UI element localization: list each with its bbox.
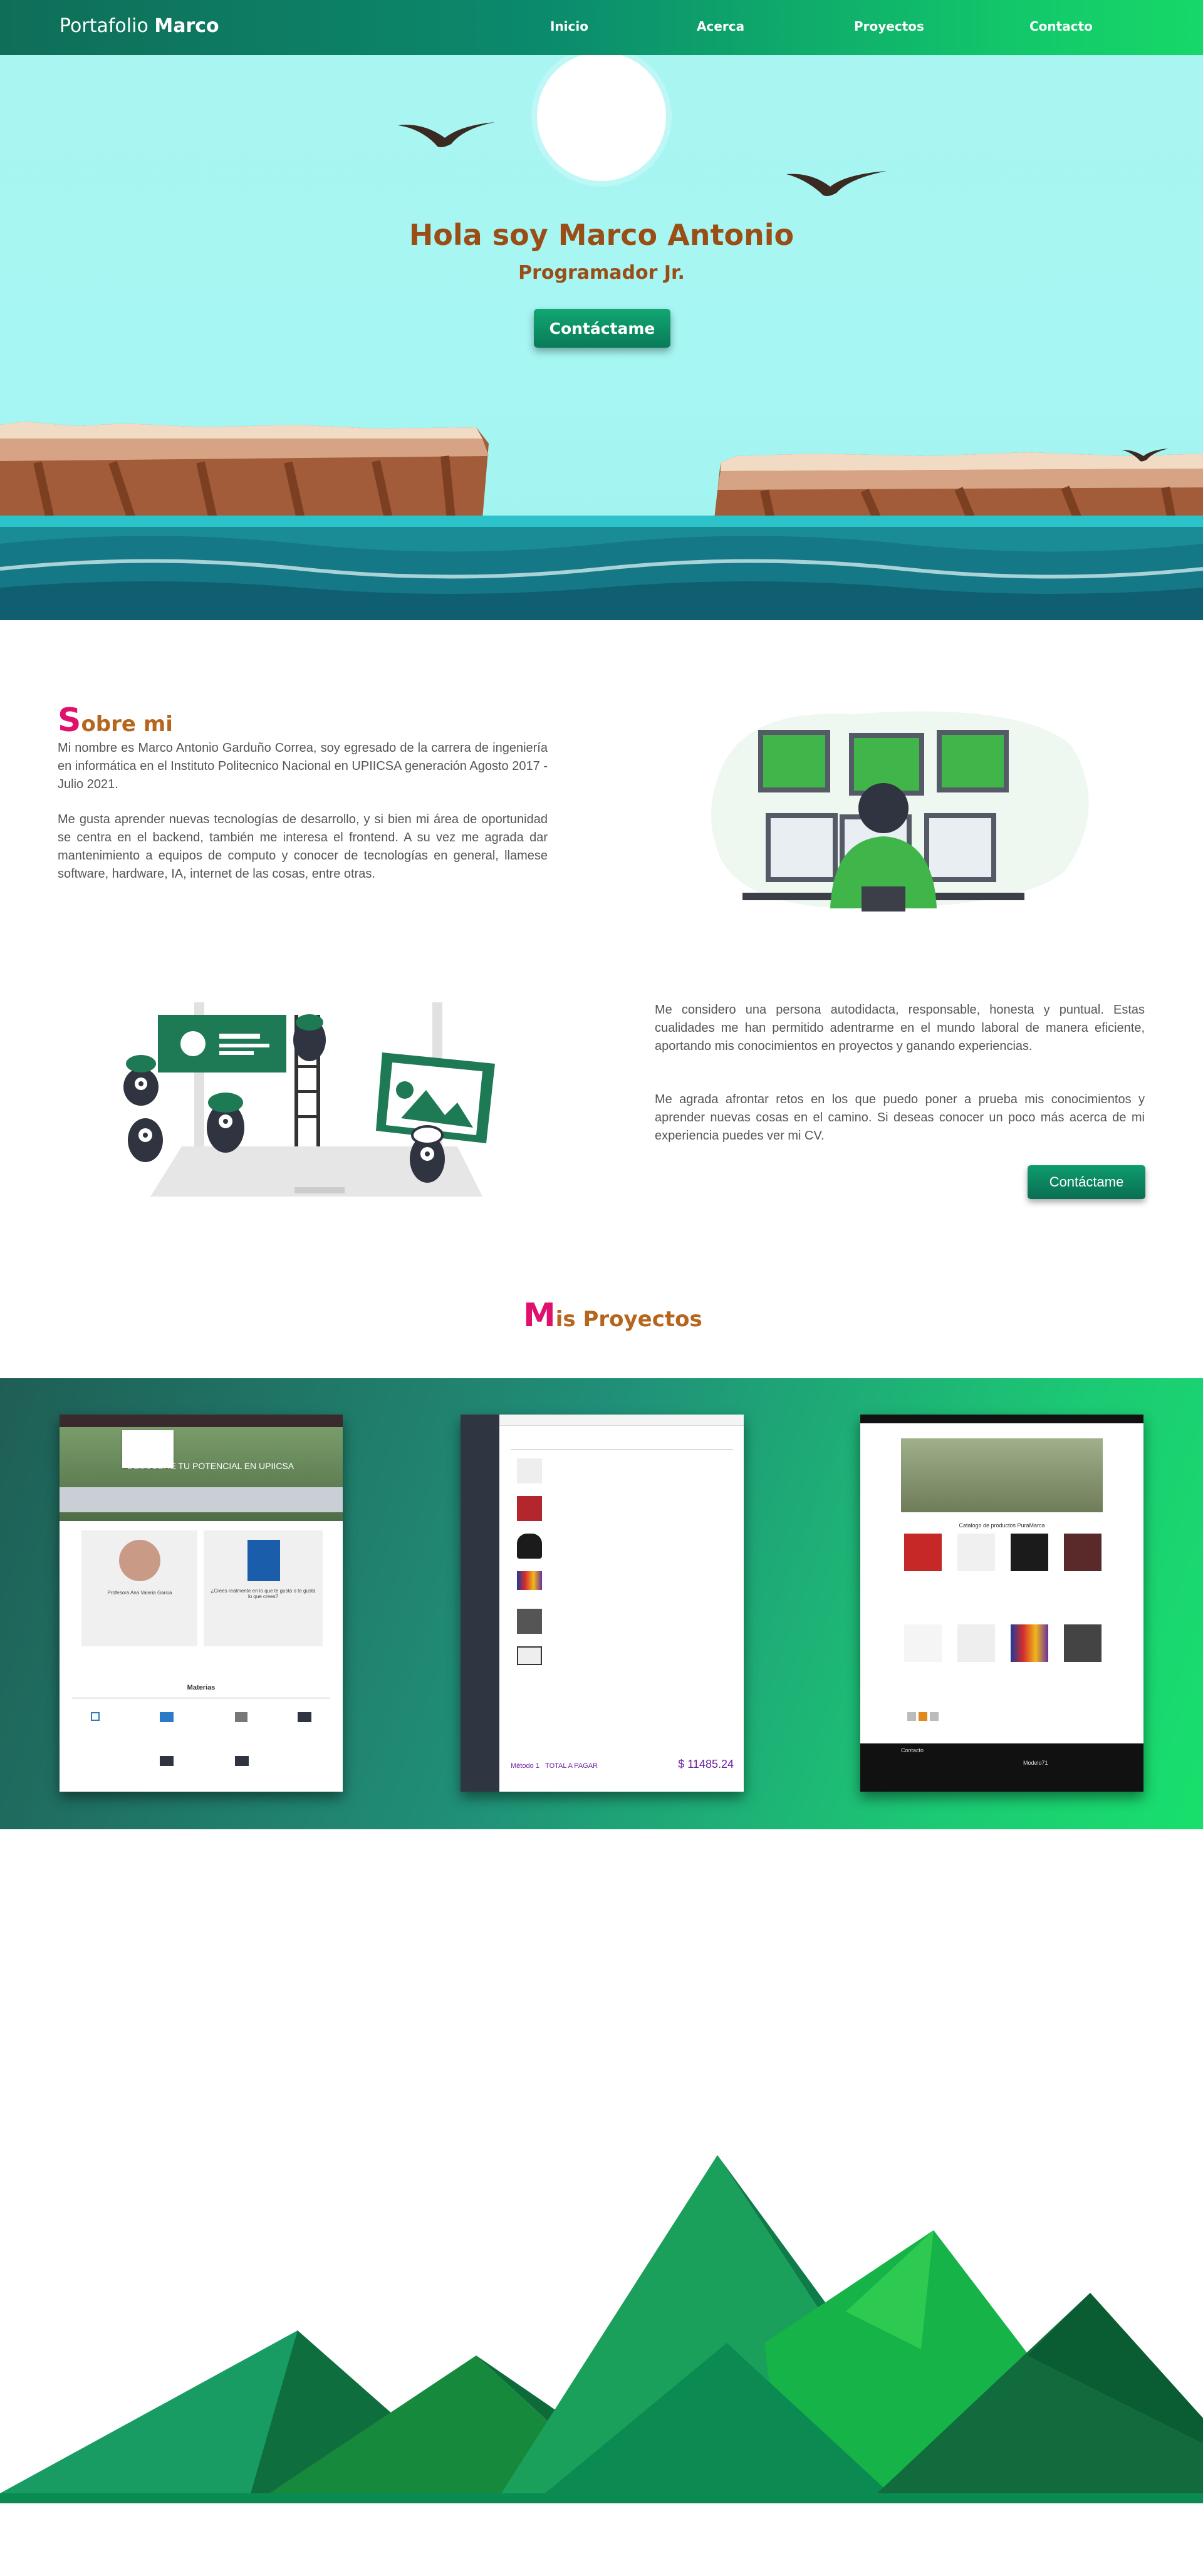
about-paragraph-3: Me considero una persona autodidacta, re… (655, 1003, 1145, 1053)
navbar: Portafolio Marco Inicio Acerca Proyectos… (0, 0, 1203, 55)
project-card-point-of-sale-total-label: TOTAL A PAGAR (545, 1762, 598, 1770)
project-card-catalog[interactable]: Catalogo de productos PuraMarca Contacto… (860, 1415, 1143, 1792)
project-card-upiicsa-banner: DESCUBRE TU POTENCIAL EN UPIICSA (60, 1427, 343, 1521)
nav-link-contacto[interactable]: Contacto (1029, 19, 1093, 34)
nav-link-inicio[interactable]: Inicio (550, 19, 588, 34)
nav-link-proyectos[interactable]: Proyectos (854, 19, 924, 34)
bird-icon (398, 122, 495, 147)
about-paragraph-1: Mi nombre es Marco Antonio Garduño Corre… (58, 741, 548, 791)
project-card-upiicsa-book-caption: ¿Crees realmente en lo que te gusta o te… (211, 1588, 316, 1599)
about-title: Sobre mi (58, 702, 173, 739)
about-title-rest: obre mi (81, 712, 173, 737)
about-title-cap: S (58, 702, 81, 739)
nav-link-acerca[interactable]: Acerca (697, 19, 744, 34)
project-card-point-of-sale-total-value: $ 11485.24 (678, 1758, 734, 1770)
bird-icon (786, 171, 887, 196)
hero-contact-button[interactable]: Contáctame (534, 309, 670, 348)
hero-section: Hola soy Marco Antonio Programador Jr. C… (0, 55, 1203, 620)
about-paragraph-4: Me agrada afrontar retos en los que pued… (655, 1093, 1145, 1143)
brand-logo[interactable]: Portafolio Marco (60, 15, 219, 37)
project-card-upiicsa-section-title: Materias (187, 1684, 216, 1691)
brand-name: Marco (154, 15, 219, 37)
hero-subtitle: Programador Jr. (518, 262, 685, 284)
about-paragraph-2: Me gusta aprender nuevas tecnologías de … (58, 813, 548, 881)
project-card-catalog-footer-label: Contacto (901, 1747, 924, 1753)
about-contact-button[interactable]: Contáctame (1028, 1165, 1145, 1199)
projects-title: Mis Proyectos (523, 1297, 702, 1334)
projects-title-rest: is Proyectos (555, 1307, 702, 1332)
team-illustration (123, 1002, 495, 1197)
mountains-illustration (0, 2155, 1203, 2503)
avatar (119, 1540, 160, 1581)
project-card-catalog-footer-brand: Modelo71 (1023, 1760, 1048, 1766)
projects-title-cap: M (523, 1297, 556, 1334)
project-card-upiicsa[interactable]: DESCUBRE TU POTENCIAL EN UPIICSA Profeso… (60, 1415, 343, 1792)
project-card-point-of-sale[interactable]: Método 1 TOTAL A PAGAR $ 11485.24 (461, 1415, 744, 1792)
programmer-illustration (711, 711, 1089, 911)
project-card-catalog-title: Catalogo de productos PuraMarca (959, 1522, 1045, 1529)
project-card-point-of-sale-total-prefix: Método 1 (511, 1762, 539, 1770)
project-card-upiicsa-profile-name: Profesora Ana Valeria Garcia (107, 1590, 172, 1596)
brand-prefix: Portafolio (60, 15, 148, 37)
hero-title: Hola soy Marco Antonio (409, 218, 794, 252)
